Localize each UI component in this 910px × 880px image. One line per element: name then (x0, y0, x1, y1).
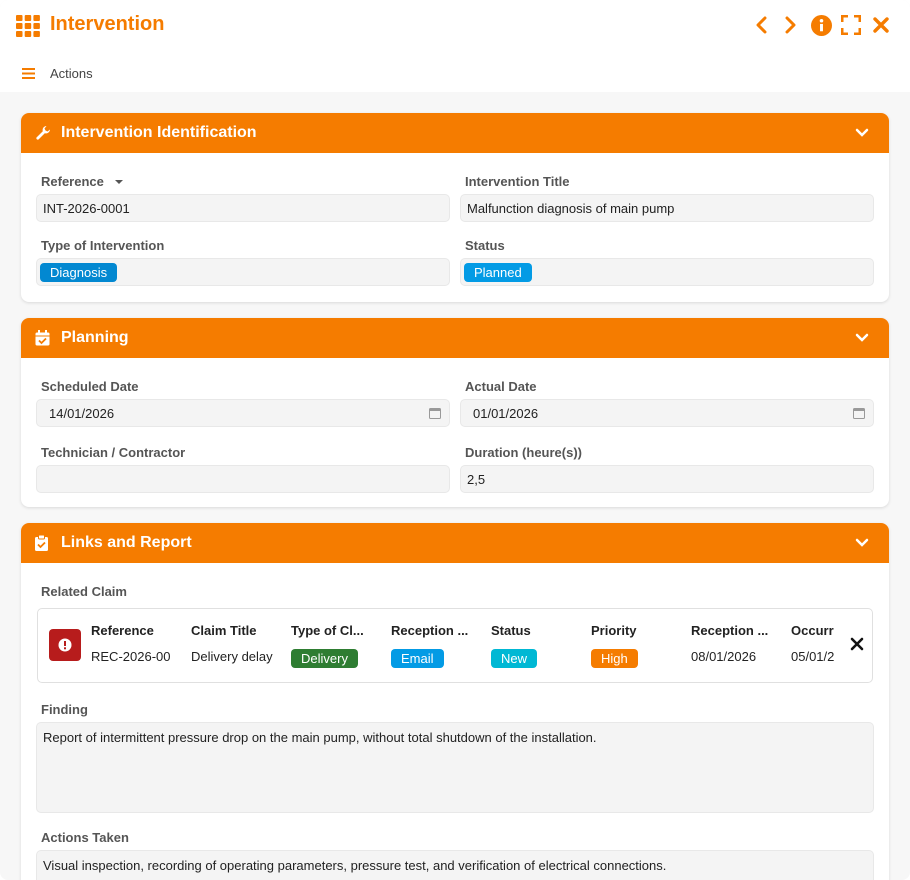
calendar-check-icon (35, 330, 51, 346)
title-bar: Intervention (0, 0, 910, 52)
technician-field[interactable] (36, 465, 450, 493)
identification-header[interactable]: Intervention Identification (21, 113, 889, 153)
window-title: Intervention (50, 13, 165, 35)
identification-title: Intervention Identification (61, 124, 257, 141)
claim-status-badge: New (491, 649, 538, 668)
planning-title: Planning (61, 329, 129, 346)
wrench-icon (35, 125, 51, 141)
actual-date-label: Actual Date (465, 379, 537, 394)
planning-section: Planning Scheduled Date 14/01/2026 Actua… (21, 318, 889, 507)
reference-label: Reference (41, 174, 124, 189)
status-field[interactable]: Planned (460, 258, 874, 286)
duration-field[interactable]: 2,5 (460, 465, 874, 493)
claim-col-reception-date: Reception ... (691, 623, 769, 638)
claim-col-status: Status (491, 623, 531, 638)
claim-reference: REC-2026-00 (91, 649, 171, 664)
previous-button[interactable] (750, 14, 772, 36)
clipboard-check-icon (35, 535, 51, 551)
claim-col-title: Claim Title (191, 623, 257, 638)
type-label: Type of Intervention (41, 238, 165, 253)
links-title: Links and Report (61, 534, 192, 551)
info-icon (810, 14, 832, 36)
chevron-left-icon (756, 16, 767, 34)
chevron-down-icon (855, 538, 869, 547)
claim-priority-badge: High (591, 649, 638, 668)
claim-col-reception-channel: Reception ... (391, 623, 469, 638)
related-claim-label: Related Claim (41, 584, 127, 599)
chevron-down-icon (855, 333, 869, 342)
grid-app-icon (16, 15, 40, 37)
window-controls (750, 14, 892, 36)
identification-section: Intervention Identification Reference IN… (21, 113, 889, 302)
actions-taken-label: Actions Taken (41, 830, 129, 845)
claim-type: Delivery (291, 649, 358, 668)
claim-priority: High (591, 649, 638, 668)
scheduled-date-value: 14/01/2026 (49, 405, 115, 421)
claim-col-priority: Priority (591, 623, 637, 638)
claim-reception-channel: Email (391, 649, 444, 668)
intervention-window: Intervention Actions Intervention Identi… (0, 0, 910, 880)
chevron-down-icon (855, 128, 869, 137)
actions-menu[interactable]: Actions (50, 66, 93, 81)
duration-label: Duration (heure(s)) (465, 445, 582, 460)
actual-date-value: 01/01/2026 (473, 405, 539, 421)
planning-header[interactable]: Planning (21, 318, 889, 358)
claim-col-type: Type of Cl... (291, 623, 364, 638)
caret-down-icon[interactable] (114, 178, 124, 186)
links-section: Links and Report Related Claim Reference… (21, 523, 889, 880)
scheduled-date-label: Scheduled Date (41, 379, 139, 394)
claim-title: Delivery delay (191, 649, 273, 664)
actual-date-field[interactable]: 01/01/2026 (460, 399, 874, 427)
hamburger-menu-icon[interactable] (22, 68, 35, 79)
remove-claim-icon[interactable] (850, 637, 864, 651)
claim-reception-date: 08/01/2026 (691, 649, 757, 664)
intervention-title-label: Intervention Title (465, 174, 570, 189)
fullscreen-button[interactable] (840, 14, 862, 36)
intervention-title-field[interactable]: Malfunction diagnosis of main pump (460, 194, 874, 222)
technician-label: Technician / Contractor (41, 445, 186, 460)
expand-icon (841, 15, 861, 35)
type-field[interactable]: Diagnosis (36, 258, 450, 286)
close-button[interactable] (870, 14, 892, 36)
toolbar (0, 52, 910, 92)
type-badge: Diagnosis (40, 262, 118, 282)
alert-icon (58, 638, 72, 652)
claim-occurrence: 05/01/2 (791, 649, 835, 664)
actions-taken-textarea[interactable]: Visual inspection, recording of operatin… (36, 850, 874, 880)
next-button[interactable] (780, 14, 802, 36)
status-badge: Planned (464, 262, 532, 282)
finding-textarea[interactable]: Report of intermittent pressure drop on … (36, 722, 874, 813)
calendar-icon[interactable] (429, 407, 441, 419)
close-icon (873, 17, 889, 33)
claim-type-badge: Delivery (291, 649, 358, 668)
info-button[interactable] (810, 14, 832, 36)
chevron-right-icon (785, 16, 796, 34)
finding-label: Finding (41, 702, 88, 717)
related-claim-card[interactable]: Reference Claim Title Type of Cl... Rece… (37, 608, 873, 683)
reference-field[interactable]: INT-2026-0001 (36, 194, 450, 222)
claim-status: New (491, 649, 538, 668)
claim-col-reference: Reference (91, 623, 154, 638)
claim-badge (49, 629, 81, 661)
scheduled-date-field[interactable]: 14/01/2026 (36, 399, 450, 427)
links-header[interactable]: Links and Report (21, 523, 889, 563)
status-label: Status (465, 238, 505, 253)
claim-col-occurrence: Occurr (791, 623, 834, 638)
claim-channel-badge: Email (391, 649, 444, 668)
calendar-icon[interactable] (853, 407, 865, 419)
